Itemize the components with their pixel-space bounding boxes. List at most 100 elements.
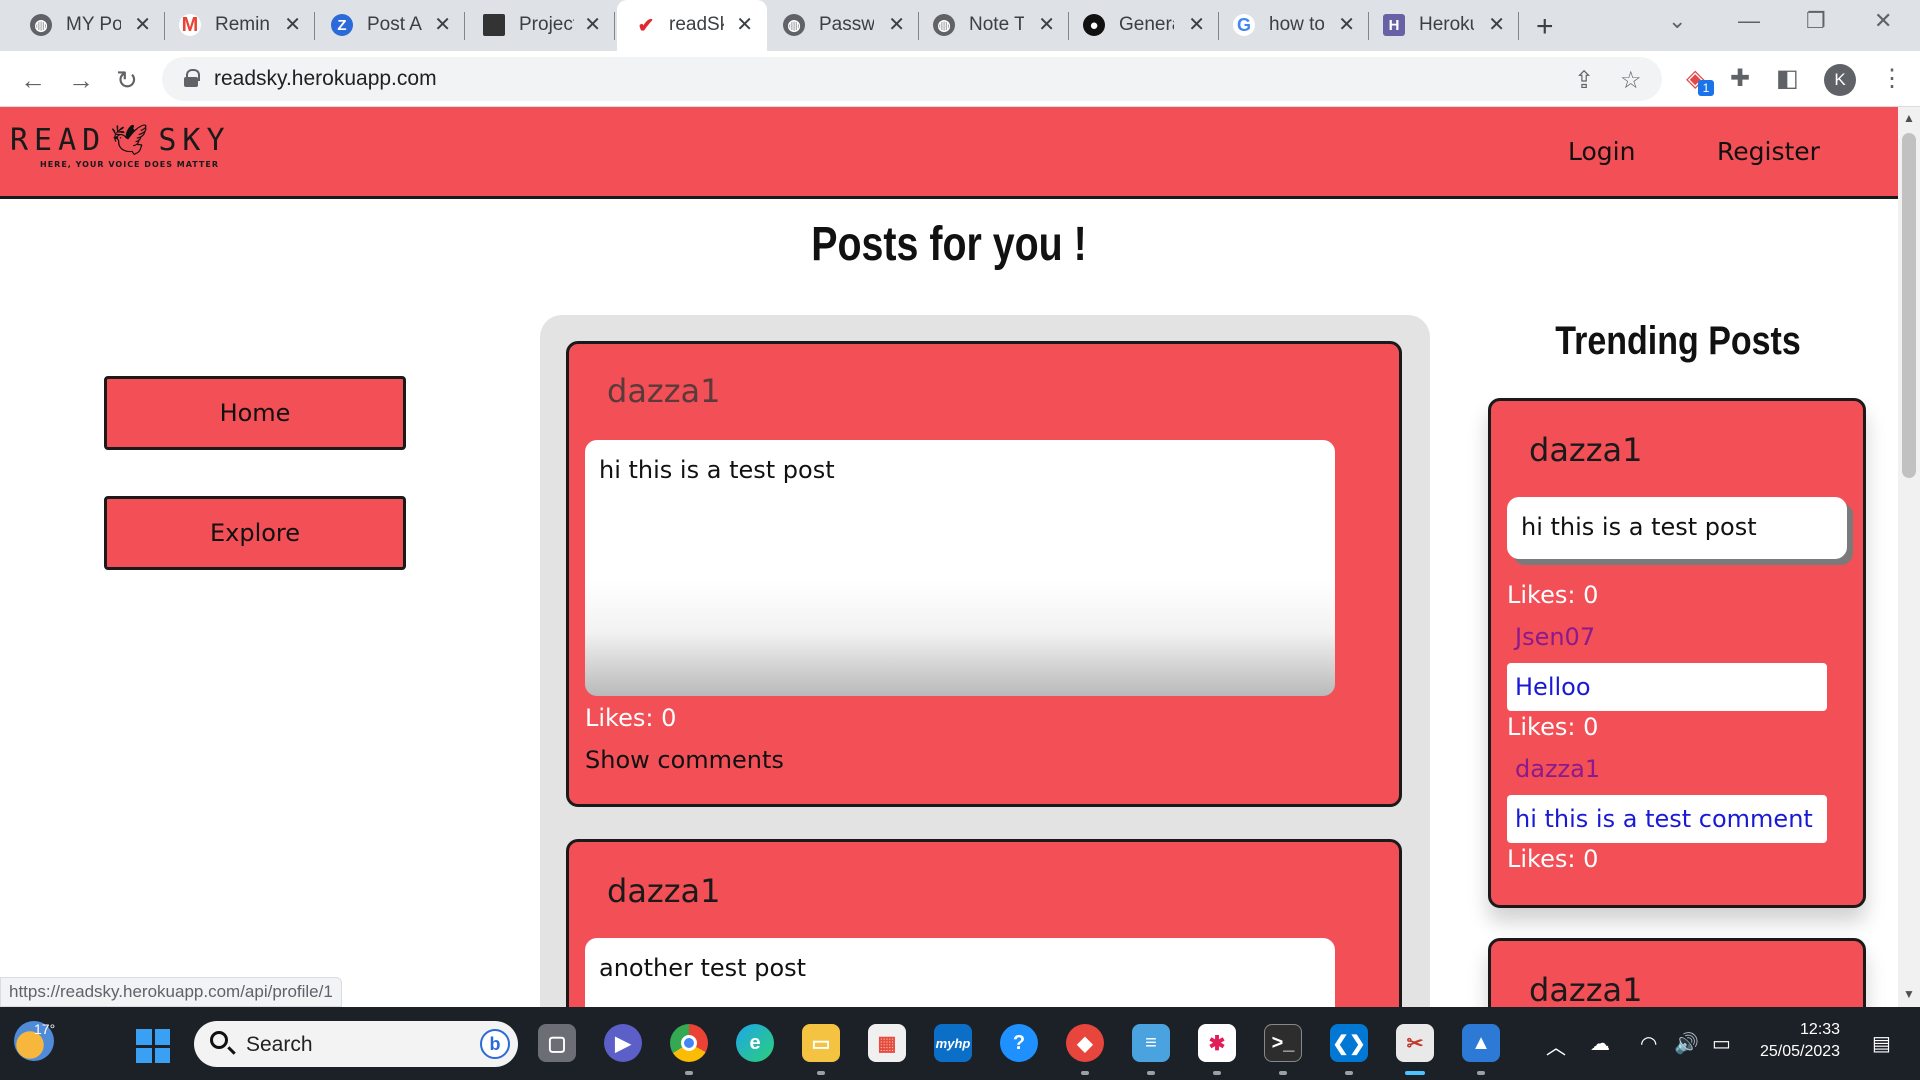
tab-separator — [614, 12, 615, 40]
comment-author[interactable]: Jsen07 — [1515, 623, 1595, 651]
lock-icon[interactable] — [184, 69, 200, 87]
teams-icon[interactable]: ▶ — [604, 1024, 642, 1062]
back-icon[interactable]: ← — [20, 65, 46, 96]
trending-likes[interactable]: Likes: 0 — [1507, 581, 1598, 609]
tab-generate[interactable]: ● Generate ✕ — [1069, 0, 1219, 51]
comment-author[interactable]: dazza1 — [1515, 755, 1600, 783]
comment-text: hi this is a test comment — [1515, 805, 1813, 833]
trending-author[interactable]: dazza1 — [1529, 971, 1642, 1007]
heroku-icon: H — [1383, 14, 1405, 36]
snipping-running-indicator — [1405, 1071, 1425, 1075]
reload-icon[interactable]: ↻ — [116, 65, 138, 96]
clock[interactable]: 12:33 25/05/2023 — [1760, 1019, 1840, 1063]
snipping-tool-icon[interactable]: ✂ — [1396, 1024, 1434, 1062]
tab-heroku[interactable]: H Heroku ✕ — [1369, 0, 1519, 51]
register-link[interactable]: Register — [1717, 137, 1820, 166]
comment-likes[interactable]: Likes: 0 — [1507, 713, 1598, 741]
url-text[interactable]: readsky.herokuapp.com — [214, 67, 437, 91]
edge-icon[interactable]: e — [736, 1024, 774, 1062]
tab-label: Project — [519, 14, 574, 35]
scroll-up-icon[interactable]: ▲ — [1903, 111, 1915, 125]
page-scrollbar[interactable]: ▲ ▼ — [1898, 107, 1920, 1007]
home-button[interactable]: Home — [104, 376, 406, 450]
tray-chevron-icon[interactable]: ︿ — [1546, 1031, 1566, 1060]
login-link[interactable]: Login — [1568, 137, 1635, 166]
profile-avatar[interactable]: K — [1824, 64, 1856, 96]
close-icon[interactable]: ✕ — [736, 12, 753, 37]
scroll-down-icon[interactable]: ▼ — [1903, 987, 1915, 1001]
task-view-icon[interactable]: ▢ — [538, 1024, 576, 1062]
post-likes[interactable]: Likes: 0 — [585, 704, 676, 732]
notepad-icon[interactable]: ≡ — [1132, 1024, 1170, 1062]
post-author[interactable]: dazza1 — [607, 872, 720, 910]
file-explorer-icon[interactable]: ▭ — [802, 1024, 840, 1062]
bing-icon[interactable]: b — [480, 1029, 510, 1059]
close-icon[interactable]: ✕ — [134, 12, 151, 37]
wifi-icon[interactable]: ◠ — [1640, 1031, 1657, 1056]
bookmark-star-icon[interactable]: ☆ — [1620, 66, 1642, 95]
browser-tabstrip: ◍ MY Portfolio ✕ M Reminder ✕ Z Post A ✕… — [0, 0, 1920, 51]
close-icon[interactable]: ✕ — [1038, 12, 1055, 37]
myhp-icon[interactable]: myhp — [934, 1024, 972, 1062]
post-author[interactable]: dazza1 — [607, 372, 720, 410]
tab-reminder[interactable]: M Reminder ✕ — [165, 0, 315, 51]
share-icon[interactable]: ⇪ — [1574, 66, 1594, 95]
minimize-icon[interactable]: — — [1738, 8, 1760, 34]
tab-project[interactable]: Project ✕ — [465, 0, 615, 51]
trending-author[interactable]: dazza1 — [1529, 431, 1642, 469]
page-title: Posts for you ! — [811, 218, 1087, 271]
extensions-puzzle-icon[interactable]: ✚ — [1730, 64, 1750, 93]
vpn-icon[interactable]: ◆ — [1066, 1024, 1104, 1062]
tab-post[interactable]: Z Post A ✕ — [315, 0, 465, 51]
close-icon[interactable]: ✕ — [1188, 12, 1205, 37]
vscode-icon[interactable]: ❮❯ — [1330, 1024, 1368, 1062]
comment-body: Helloo — [1507, 663, 1827, 711]
forward-icon[interactable]: → — [68, 65, 94, 96]
slack-running-indicator — [1213, 1071, 1221, 1075]
close-icon[interactable]: ✕ — [284, 12, 301, 37]
notification-icon[interactable]: ▤ — [1872, 1031, 1891, 1056]
close-icon[interactable]: ✕ — [434, 12, 451, 37]
photos-icon[interactable]: ▲ — [1462, 1024, 1500, 1062]
tab-readsky[interactable]: ✔ readSky ✕ — [617, 0, 767, 51]
omnibox[interactable]: readsky.herokuapp.com ⇪ ☆ — [162, 57, 1662, 101]
tab-password[interactable]: ◍ Password ✕ — [769, 0, 919, 51]
store-icon[interactable]: ▦ — [868, 1024, 906, 1062]
slack-icon[interactable]: ✱ — [1198, 1024, 1236, 1062]
close-icon[interactable]: ✕ — [1338, 12, 1355, 37]
tab-my-portfolio[interactable]: ◍ MY Portfolio ✕ — [0, 0, 165, 51]
scroll-thumb[interactable] — [1902, 133, 1916, 478]
clock-time: 12:33 — [1800, 1021, 1841, 1038]
trending-post-body: hi this is a test post — [1507, 497, 1847, 559]
tab-how-to[interactable]: G how to ✕ — [1219, 0, 1369, 51]
show-comments-link[interactable]: Show comments — [585, 746, 784, 774]
search-label: Search — [246, 1033, 313, 1056]
battery-icon[interactable]: ▭ — [1712, 1031, 1731, 1056]
close-icon[interactable]: ✕ — [1488, 12, 1505, 37]
new-tab-icon[interactable]: + — [1536, 10, 1554, 44]
post-card: dazza1 another test post — [566, 839, 1402, 1007]
explore-button[interactable]: Explore — [104, 496, 406, 570]
vscode-running-indicator — [1345, 1071, 1353, 1075]
chrome-icon[interactable] — [670, 1024, 708, 1062]
taskbar-search[interactable]: Search b — [194, 1021, 518, 1067]
close-window-icon[interactable]: ✕ — [1874, 8, 1892, 34]
tab-label: how to — [1269, 14, 1324, 35]
comment-likes[interactable]: Likes: 0 — [1507, 845, 1598, 873]
volume-icon[interactable]: 🔊 — [1674, 1031, 1699, 1056]
help-icon[interactable]: ? — [1000, 1024, 1038, 1062]
side-panel-icon[interactable]: ◧ — [1776, 64, 1799, 93]
status-bar-url: https://readsky.herokuapp.com/api/profil… — [0, 977, 342, 1007]
tab-search-icon[interactable]: ⌄ — [1668, 8, 1686, 34]
onedrive-icon[interactable]: ☁ — [1590, 1031, 1610, 1056]
tab-note-taker[interactable]: ◍ Note Taker ✕ — [919, 0, 1069, 51]
logo-read: READ — [10, 123, 107, 158]
trending-card: dazza1 hi this is a test post Likes: 0 J… — [1488, 398, 1866, 908]
close-icon[interactable]: ✕ — [888, 12, 905, 37]
menu-kebab-icon[interactable]: ⋮ — [1880, 64, 1904, 93]
start-button[interactable] — [136, 1029, 170, 1063]
restore-icon[interactable]: ❐ — [1806, 8, 1826, 34]
close-icon[interactable]: ✕ — [584, 12, 601, 37]
terminal-icon[interactable]: >_ — [1264, 1024, 1302, 1062]
readsky-logo[interactable]: READ 🕊 SKY HERE, YOUR VOICE DOES MATTER — [10, 123, 231, 169]
